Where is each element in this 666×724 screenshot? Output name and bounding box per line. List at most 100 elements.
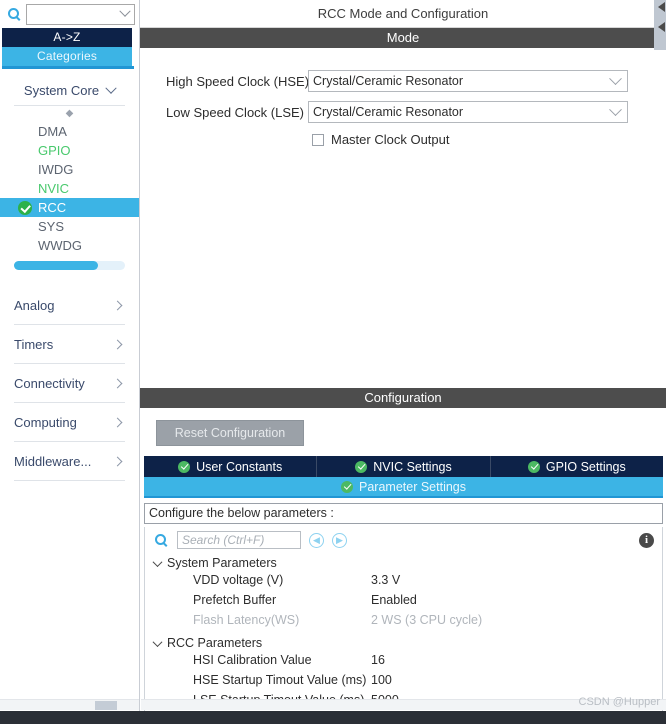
check-circle-icon [18, 201, 32, 215]
mode-band-header: Mode [140, 28, 666, 48]
sidebar-category-connectivity[interactable]: Connectivity [14, 364, 125, 403]
category-label: Timers [14, 336, 54, 352]
search-input[interactable] [26, 3, 135, 25]
tab-label: GPIO Settings [545, 459, 626, 474]
chevron-right-icon [112, 300, 123, 310]
ip-list: DMA GPIO IWDG NVIC RCC SYS WWDG [0, 120, 139, 255]
chevron-down-icon [152, 556, 163, 567]
check-circle-icon [355, 460, 368, 473]
chevron-down-icon [609, 71, 622, 85]
chevron-down-icon [119, 5, 131, 17]
sidebar-item-nvic[interactable]: NVIC [0, 179, 139, 198]
param-row-vdd-voltage[interactable]: VDD voltage (V) 3.3 V [151, 573, 662, 593]
search-icon [4, 5, 22, 23]
param-group-rcc-parameters[interactable]: RCC Parameters [151, 633, 662, 653]
param-value: 2 WS (3 CPU cycle) [371, 613, 483, 627]
tab-label: NVIC Settings [373, 459, 452, 474]
sidebar-category-analog[interactable]: Analog [14, 286, 125, 325]
param-row-hse-startup-timeout[interactable]: HSE Startup Timout Value (ms) 100 [151, 673, 662, 693]
param-row-flash-latency: Flash Latency(WS) 2 WS (3 CPU cycle) [151, 613, 662, 633]
page-title: RCC Mode and Configuration [140, 0, 666, 28]
ip-tree-sidebar: A->Z Categories System Core ◆ DMA GPIO I… [0, 0, 140, 724]
reset-configuration-button[interactable]: Reset Configuration [156, 420, 304, 446]
sidebar-item-iwdg[interactable]: IWDG [0, 160, 139, 179]
lse-label: Low Speed Clock (LSE) [166, 104, 305, 120]
chevron-right-icon [112, 456, 123, 466]
sidebar-horizontal-scrollbar[interactable] [0, 699, 139, 710]
tab-gpio-settings[interactable]: GPIO Settings [490, 456, 663, 477]
param-group-label: RCC Parameters [167, 636, 263, 650]
master-clock-output-label: Master Clock Output [331, 132, 450, 147]
param-name: Prefetch Buffer [193, 593, 277, 607]
check-circle-icon [341, 480, 353, 493]
chevron-right-icon [112, 417, 123, 427]
chevron-down-icon [105, 82, 117, 94]
hse-dropdown[interactable]: Crystal/Ceramic Resonator [308, 70, 628, 92]
configure-note: Configure the below parameters : [144, 503, 663, 524]
configuration-section: Reset Configuration User Constants NVIC … [140, 408, 666, 719]
check-circle-icon [178, 460, 191, 473]
tab-parameter-settings[interactable]: Parameter Settings [144, 477, 663, 498]
category-label: Analog [14, 297, 55, 313]
configuration-tabstrip: User Constants NVIC Settings GPIO Settin… [144, 456, 663, 477]
lse-value: Crystal/Ceramic Resonator [313, 105, 464, 119]
rcc-configuration-pane: RCC Mode and Configuration Mode High Spe… [140, 0, 666, 719]
param-row-hsi-calibration-value[interactable]: HSI Calibration Value 16 [151, 653, 662, 673]
arrow-left-circle-icon[interactable]: ◀ [309, 532, 324, 548]
hse-row: High Speed Clock (HSE) Crystal/Ceramic R… [140, 70, 666, 92]
taskbar-strip [0, 711, 666, 724]
check-circle-icon [527, 460, 540, 473]
param-value: 16 [371, 653, 385, 667]
sidebar-category-timers[interactable]: Timers [14, 325, 125, 364]
configuration-band-header: Configuration [140, 388, 666, 408]
tabs-underline [2, 66, 134, 69]
sidebar-item-wwdg[interactable]: WWDG [0, 236, 139, 255]
category-label: Computing [14, 414, 77, 430]
param-value: Enabled [371, 593, 417, 607]
tab-label: User Constants [196, 459, 283, 474]
param-value: 100 [371, 673, 392, 687]
scroll-arrow-icon [658, 22, 665, 32]
sidebar-search-row [0, 0, 139, 28]
param-name: HSE Startup Timout Value (ms) [193, 673, 367, 687]
category-list: Analog Timers Connectivity Computing Mid… [0, 286, 139, 481]
search-icon [151, 531, 169, 549]
param-name: Flash Latency(WS) [193, 613, 300, 627]
pane-vertical-scrollbar[interactable] [654, 0, 666, 50]
sidebar-item-rcc[interactable]: RCC [0, 198, 139, 217]
tab-user-constants[interactable]: User Constants [144, 456, 318, 477]
sort-handle-icon[interactable]: ◆ [0, 106, 139, 120]
tab-categories[interactable]: Categories [2, 47, 132, 66]
tab-label: Parameter Settings [359, 479, 466, 494]
sidebar-category-middleware[interactable]: Middleware... [14, 442, 125, 481]
parameter-toolbar: Search (Ctrl+F) ◀ ▶ i [145, 527, 662, 553]
param-name: VDD voltage (V) [193, 573, 284, 587]
chevron-down-icon [609, 102, 622, 116]
parameter-search-input[interactable]: Search (Ctrl+F) [177, 531, 301, 549]
param-name: HSI Calibration Value [193, 653, 312, 667]
reset-button-wrap: Reset Configuration [140, 408, 666, 456]
arrow-right-circle-icon[interactable]: ▶ [332, 532, 347, 548]
mode-section: High Speed Clock (HSE) Crystal/Ceramic R… [140, 48, 666, 388]
ip-list-scrollbar[interactable] [14, 261, 125, 270]
master-clock-output-checkbox[interactable] [312, 133, 324, 146]
info-icon[interactable]: i [639, 532, 654, 548]
tab-nvic-settings[interactable]: NVIC Settings [317, 456, 491, 477]
param-group-system-parameters[interactable]: System Parameters [151, 553, 662, 573]
lse-dropdown[interactable]: Crystal/Ceramic Resonator [308, 101, 628, 123]
master-clock-output-row[interactable]: Master Clock Output [140, 132, 666, 147]
sidebar-item-gpio[interactable]: GPIO [0, 141, 139, 160]
param-row-prefetch-buffer[interactable]: Prefetch Buffer Enabled [151, 593, 662, 613]
hse-label: High Speed Clock (HSE) [166, 73, 310, 89]
lse-row: Low Speed Clock (LSE) Crystal/Ceramic Re… [140, 101, 666, 123]
sidebar-category-computing[interactable]: Computing [14, 403, 125, 442]
hse-value: Crystal/Ceramic Resonator [313, 74, 464, 88]
param-group-label: System Parameters [167, 556, 277, 570]
sidebar-item-sys[interactable]: SYS [0, 217, 139, 236]
group-header-system-core[interactable]: System Core [14, 82, 125, 106]
chevron-right-icon [112, 378, 123, 388]
tab-a-to-z[interactable]: A->Z [2, 28, 132, 47]
chevron-down-icon [152, 636, 163, 647]
parameter-table-panel: Search (Ctrl+F) ◀ ▶ i System Parameters … [144, 527, 663, 719]
sidebar-item-dma[interactable]: DMA [0, 122, 139, 141]
